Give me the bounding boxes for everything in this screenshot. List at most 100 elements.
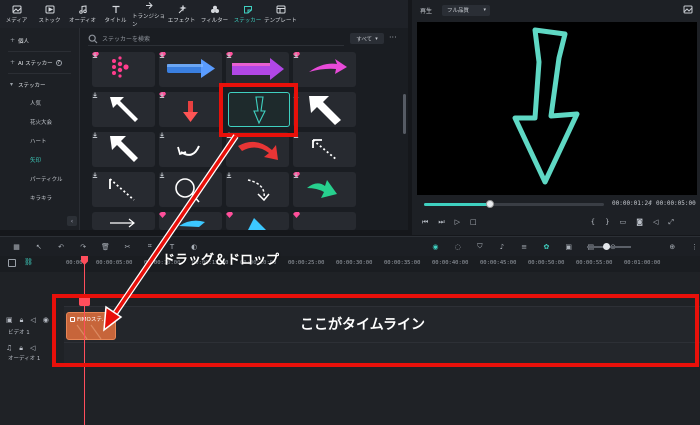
sticker-dotted-diagonal-arrow[interactable] (293, 132, 356, 167)
sticker-search-input[interactable]: ステッカーを検索 (88, 32, 344, 46)
mark-in-icon[interactable]: { (591, 218, 595, 226)
snapshot-icon[interactable] (683, 5, 693, 14)
sticker-cyan-arrow-2[interactable] (226, 212, 289, 230)
download-icon[interactable] (293, 52, 299, 58)
timeline-ruler[interactable]: ⛓ 00:00 00:00:05:00 00:00:10:00 00:00:15… (0, 256, 700, 272)
next-frame-icon[interactable]: ⏭ (438, 218, 444, 227)
sticker-white-diagonal-arrow[interactable] (92, 92, 155, 127)
download-icon[interactable] (92, 92, 98, 98)
tab-media[interactable]: メディア (0, 0, 33, 28)
sticker-blue-arrow[interactable] (159, 52, 222, 87)
mic-icon[interactable]: ♪ (496, 241, 507, 253)
sidebar-item-arrow[interactable]: 矢印 (0, 150, 79, 169)
seek-handle[interactable] (486, 200, 494, 208)
download-icon[interactable] (159, 92, 165, 98)
sidebar-group-personal[interactable]: + 個人 (0, 32, 79, 49)
time-separator: / (649, 200, 653, 207)
quality-select[interactable]: フル品質 ▾ (442, 4, 491, 16)
sticker-magenta-arrow[interactable] (293, 52, 356, 87)
download-icon[interactable] (92, 52, 98, 58)
add-track-icon[interactable] (8, 259, 16, 267)
sticker-loop-arrow[interactable] (159, 172, 222, 207)
eye-icon[interactable]: ◉ (43, 316, 49, 325)
tab-sticker[interactable]: ステッカー (231, 0, 264, 28)
link-icon[interactable]: ⛓ (24, 258, 33, 266)
tab-audio[interactable]: オーディオ (66, 0, 99, 28)
filter-select[interactable]: すべて ▾ (350, 33, 384, 44)
download-icon[interactable] (226, 52, 232, 58)
select-tool-icon[interactable]: ↖ (33, 241, 44, 253)
download-icon[interactable] (226, 172, 232, 178)
sticker-purple-arrow[interactable] (226, 52, 289, 87)
play-icon[interactable]: ▷ (455, 218, 460, 226)
mark-out-icon[interactable]: } (605, 218, 609, 226)
ai-icon[interactable]: ✿ (541, 241, 552, 253)
camera-icon[interactable]: ◙ (636, 218, 643, 226)
tab-stock[interactable]: ストック (33, 0, 66, 28)
sidebar-group-ai-sticker[interactable]: + AI ステッカー ? (0, 54, 79, 71)
media-icon (12, 5, 22, 14)
monitor-icon[interactable]: ▭ (620, 218, 627, 226)
marker-icon[interactable]: ◌ (452, 241, 463, 253)
tab-effect[interactable]: エフェクト (165, 0, 198, 28)
sticker-pink-arrow[interactable] (293, 212, 356, 230)
speaker-icon[interactable]: ◁ (30, 344, 35, 353)
delete-icon[interactable]: 🗑 (100, 241, 111, 253)
volume-icon[interactable]: ◁ (653, 218, 658, 226)
tab-title[interactable]: タイトル (99, 0, 132, 28)
zoom-in-icon[interactable]: ⊕ (667, 241, 678, 253)
sidebar-item-label: 花火大会 (30, 119, 53, 126)
sticker-green-arrow[interactable] (293, 172, 356, 207)
stop-icon[interactable]: □ (470, 218, 477, 226)
collapse-sidebar-button[interactable]: ‹ (67, 216, 77, 226)
shield-icon[interactable]: ⛉ (474, 241, 485, 253)
sidebar-item-heart[interactable]: ハート (0, 131, 79, 150)
grid-scrollbar[interactable] (403, 94, 406, 134)
download-icon[interactable] (92, 132, 98, 138)
sticker-dotted-arrow[interactable] (92, 172, 155, 207)
zoom-slider-handle[interactable] (603, 243, 610, 250)
sticker-bold-diagonal-arrow[interactable] (293, 92, 356, 127)
download-icon[interactable] (92, 172, 98, 178)
sidebar-item-sparkle[interactable]: キラキラ (0, 188, 79, 207)
tab-label: トランジション (132, 13, 166, 28)
tab-transition[interactable]: トランジション (132, 0, 165, 28)
tab-label: エフェクト (167, 17, 196, 24)
sidebar-group-sticker[interactable]: ▾ ステッカー (0, 76, 79, 93)
sidebar-group-label: 個人 (18, 38, 30, 45)
sticker-red-down-arrow[interactable] (159, 92, 222, 127)
tab-template[interactable]: テンプレート (264, 0, 297, 28)
crop-icon[interactable]: ⌗ (144, 241, 155, 253)
fullscreen-icon[interactable]: ⤢ (668, 218, 674, 227)
more-options-icon[interactable]: ··· (389, 33, 397, 42)
lock-icon[interactable]: 🔒︎ (19, 344, 23, 353)
tab-filter[interactable]: フィルター (198, 0, 231, 28)
preview-screen[interactable] (417, 22, 697, 195)
download-icon[interactable] (293, 172, 299, 178)
sticker-cyan-arrow[interactable] (159, 212, 222, 230)
lock-icon[interactable]: 🔒︎ (20, 316, 24, 325)
sidebar-item-popular[interactable]: 人気 (0, 93, 79, 112)
prev-frame-icon[interactable]: ⏮ (422, 218, 428, 227)
seek-bar[interactable] (424, 200, 604, 208)
download-icon[interactable] (159, 172, 165, 178)
pip-icon[interactable]: ▣ (563, 241, 574, 253)
sticker-dashed-curve-arrow[interactable] (226, 172, 289, 207)
sidebar-item-particle[interactable]: パーティクル (0, 169, 79, 188)
download-icon[interactable] (159, 132, 165, 138)
sidebar-item-fireworks[interactable]: 花火大会 (0, 112, 79, 131)
render-icon[interactable]: ◉ (430, 241, 441, 253)
redo-icon[interactable]: ↷ (78, 241, 89, 253)
cut-icon[interactable]: ✂ (122, 241, 133, 253)
sticker-dots-arrow[interactable] (92, 52, 155, 87)
sticker-curved-arrow[interactable] (159, 132, 222, 167)
sticker-thin-arrow[interactable] (92, 212, 155, 230)
more-icon[interactable]: ⋮ (689, 241, 700, 253)
audio-mute-icon[interactable]: ◁ (30, 316, 35, 325)
undo-icon[interactable]: ↶ (55, 241, 66, 253)
sticker-white-diagonal-arrow-2[interactable] (92, 132, 155, 167)
download-icon[interactable] (159, 52, 165, 58)
sticker-red-curved-arrow[interactable] (226, 132, 289, 167)
layout-icon[interactable]: ▦ (11, 241, 22, 253)
list-icon[interactable]: ≡ (519, 241, 530, 253)
